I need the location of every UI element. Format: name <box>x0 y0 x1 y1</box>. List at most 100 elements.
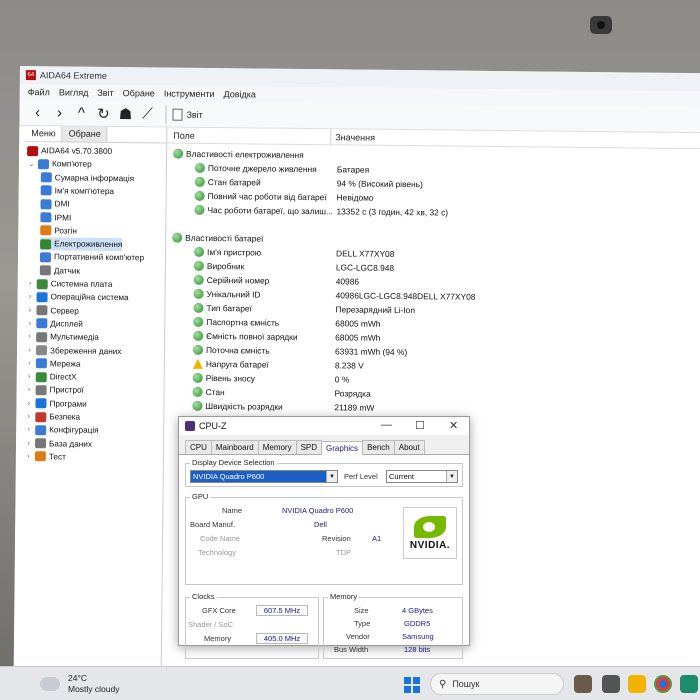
cloud-icon <box>40 677 60 691</box>
tree-item[interactable]: › Дисплей <box>25 317 83 331</box>
tree-expander-icon[interactable]: › <box>25 347 34 354</box>
start-button[interactable] <box>404 677 420 693</box>
menu-file[interactable]: Файл <box>28 87 50 97</box>
field-cell: Повний час роботи від батареї <box>194 190 327 202</box>
field-label: Унікальний ID <box>206 288 261 300</box>
app-thumbnail-icon[interactable] <box>574 675 592 693</box>
tree-item[interactable]: › Мережа <box>25 357 81 371</box>
tree-expander-icon[interactable]: › <box>26 293 35 300</box>
report-icon <box>172 108 183 121</box>
file-explorer-icon[interactable] <box>628 675 646 693</box>
tree-item[interactable]: Ім'я комп'ютера <box>40 184 114 198</box>
report-button[interactable]: Звіт <box>172 108 203 121</box>
close-icon[interactable]: ✕ <box>449 419 458 432</box>
tree-item[interactable]: › База даних <box>24 437 92 451</box>
battery-icon <box>194 190 205 201</box>
tree-expander-icon[interactable]: › <box>25 373 34 380</box>
tree-item-label: IPMI <box>54 212 72 223</box>
tree-expander-icon[interactable]: › <box>25 386 34 393</box>
os-icon <box>36 291 48 303</box>
taskbar-search[interactable]: ⚲ Пошук <box>430 673 564 695</box>
tab-menu[interactable]: Меню <box>25 126 63 142</box>
tab-spd[interactable]: SPD <box>295 440 323 454</box>
tree-expander-icon[interactable]: › <box>24 413 33 420</box>
tree-item-label: Електроживлення <box>54 239 123 250</box>
tree-expander-icon[interactable]: › <box>24 453 33 460</box>
tab-mainboard[interactable]: Mainboard <box>210 440 259 454</box>
tree-item[interactable]: › Пристрої <box>25 383 84 397</box>
aida64-icon: 64 <box>25 70 36 81</box>
tab-bench[interactable]: Bench <box>362 440 395 454</box>
chrome-icon[interactable] <box>654 675 672 693</box>
gpu-name-label: Name <box>222 506 243 515</box>
up-icon[interactable]: ^ <box>71 103 91 123</box>
tree-expander-icon[interactable]: › <box>25 360 34 367</box>
column-value[interactable]: Значення <box>335 132 375 142</box>
tree-item[interactable]: Портативний комп'ютер <box>39 251 144 265</box>
value-cell: 8.238 V <box>334 359 364 371</box>
column-field[interactable]: Поле <box>173 131 195 141</box>
tree-item[interactable]: Розгін <box>40 224 77 237</box>
field-label: Повний час роботи від батареї <box>207 190 327 202</box>
tree-item[interactable]: Сумарна інформація <box>40 171 134 185</box>
tab-about[interactable]: About <box>393 440 425 454</box>
perf-level-value: Current <box>389 472 415 481</box>
tree-item[interactable]: › Системна плата <box>26 277 113 291</box>
tree-item-label: Комп'ютер <box>51 159 92 170</box>
tree-expander-icon[interactable]: › <box>26 280 35 287</box>
gfx-core-value: 607.5 MHz <box>256 605 308 616</box>
chevron-down-icon: ▼ <box>446 471 457 482</box>
tree-expander-icon[interactable]: › <box>24 440 33 447</box>
tree-item[interactable]: › Програми <box>24 397 87 411</box>
tree-item[interactable]: › Операційна система <box>26 290 129 304</box>
device-select[interactable]: NVIDIA Quadro P600 ▼ <box>190 470 338 483</box>
tab-cpu[interactable]: CPU <box>185 440 212 454</box>
tree-item[interactable]: ⌄ Комп'ютер <box>27 157 92 171</box>
field-cell: Тип батареї <box>193 302 252 313</box>
tab-favorites[interactable]: Обране <box>62 126 108 142</box>
tree-item[interactable]: Датчик <box>39 264 80 277</box>
tree-item[interactable]: AIDA64 v5.70.3800 <box>27 144 112 158</box>
tab-memory[interactable]: Memory <box>257 440 297 454</box>
tree-expander-icon[interactable]: › <box>25 320 34 327</box>
tree-item[interactable]: › Мультимедіа <box>25 330 99 344</box>
tree-item-label: DMI <box>54 199 70 209</box>
tree-expander-icon[interactable]: › <box>24 400 33 407</box>
edge-icon[interactable] <box>680 675 698 693</box>
tree-item[interactable]: › Тест <box>24 450 66 463</box>
tree-expander-icon[interactable]: ⌄ <box>27 160 36 168</box>
tree-item[interactable]: › Сервер <box>25 304 79 318</box>
tree-item[interactable]: › DirectX <box>25 370 77 384</box>
menu-favorites[interactable]: Обране <box>123 88 155 98</box>
tree-expander-icon[interactable]: › <box>25 333 34 340</box>
tree-item[interactable]: › Конфігурація <box>24 423 99 437</box>
board-manuf-label: Board Manuf. <box>190 520 236 529</box>
menu-view[interactable]: Вигляд <box>59 87 89 97</box>
menu-help[interactable]: Довідка <box>224 89 256 99</box>
minimize-icon[interactable]: — <box>381 419 392 431</box>
tree-item[interactable]: IPMI <box>40 211 71 224</box>
chart-icon[interactable]: ⟋ <box>137 104 157 124</box>
back-icon[interactable]: ‹ <box>27 103 47 123</box>
menu-tools[interactable]: Інструменти <box>164 89 215 100</box>
tree-item[interactable]: DMI <box>40 197 70 210</box>
tree-item[interactable]: › Збереження даних <box>25 344 122 358</box>
perf-level-select[interactable]: Current ▼ <box>386 470 458 483</box>
tree-item-label: Мережа <box>49 359 81 369</box>
weather-widget[interactable]: 24°C Mostly cloudy <box>40 673 120 695</box>
tree-item[interactable]: Електроживлення <box>40 237 123 252</box>
field-label: Властивості електроживлення <box>186 148 304 160</box>
cpuz-title: CPU-Z <box>199 421 227 431</box>
maximize-icon[interactable]: ☐ <box>415 419 425 432</box>
column-divider[interactable] <box>330 129 332 146</box>
menu-report[interactable]: Звіт <box>97 88 113 98</box>
tree-item[interactable]: › Безпека <box>24 410 80 424</box>
task-view-icon[interactable] <box>602 675 620 693</box>
forward-icon[interactable]: › <box>49 103 69 123</box>
user-icon[interactable]: ☗ <box>115 104 135 124</box>
tree-expander-icon[interactable]: › <box>24 426 33 433</box>
gpu-label: GPU <box>190 492 211 501</box>
tree-expander-icon[interactable]: › <box>25 307 34 314</box>
refresh-icon[interactable]: ↻ <box>93 103 113 123</box>
tab-graphics[interactable]: Graphics <box>321 441 364 455</box>
